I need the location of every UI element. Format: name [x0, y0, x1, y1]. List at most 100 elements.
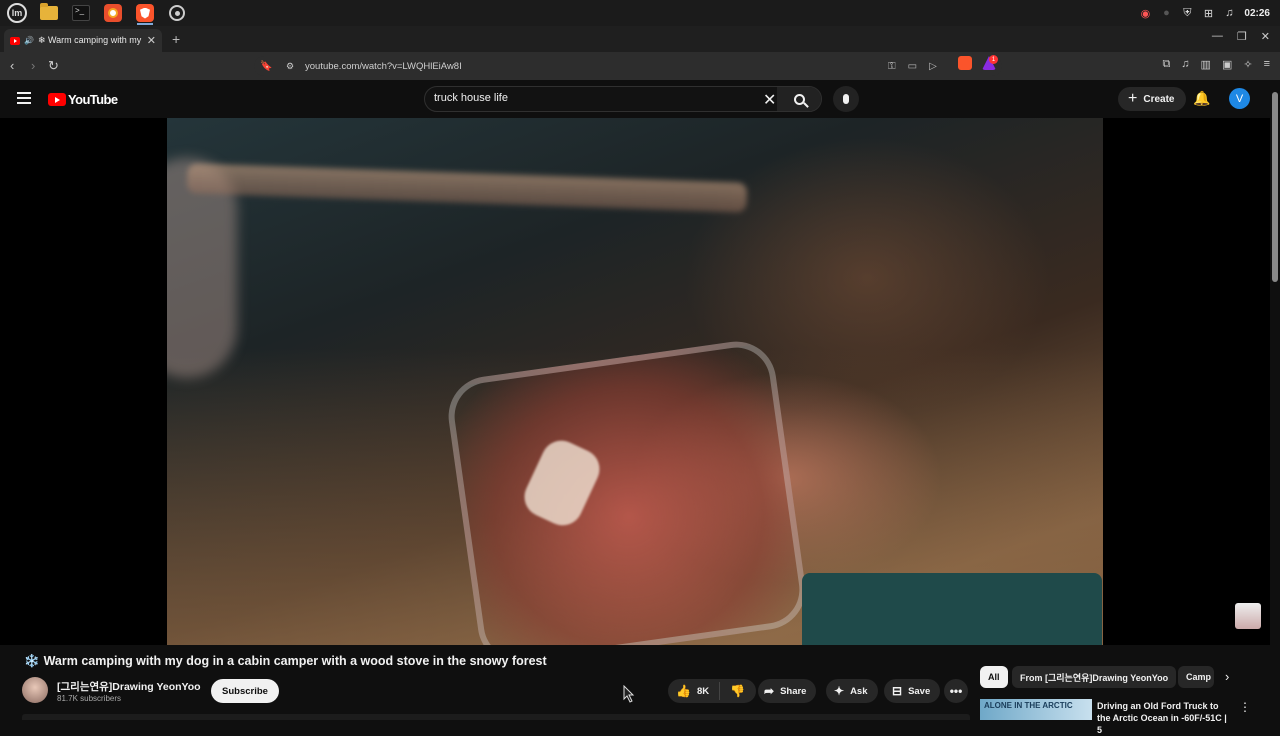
media-icon[interactable]: ♫ — [1181, 58, 1189, 71]
send-icon[interactable]: ▷ — [929, 61, 937, 72]
bookmark-icon[interactable]: 🔖 — [260, 61, 272, 72]
sparkle-icon: ✦ — [834, 684, 845, 698]
search-button[interactable] — [777, 87, 821, 111]
recommendation-thumbnail-text: ALONE IN THE ARCTIC — [984, 701, 1073, 710]
reload-icon[interactable]: ↻ — [48, 58, 59, 74]
like-button[interactable]: 👍 8K — [668, 682, 721, 700]
more-actions-button[interactable]: ••• — [944, 679, 968, 703]
terminal-icon[interactable]: >_ — [68, 1, 94, 25]
minimize-icon[interactable]: — — [1212, 30, 1223, 43]
firefox-icon[interactable] — [100, 1, 126, 25]
channel-avatar[interactable] — [22, 677, 48, 703]
search-icon — [793, 93, 805, 105]
chip-from-channel[interactable]: From [그리는연유]Drawing YeonYoo — [1012, 666, 1177, 688]
recording-icon[interactable]: ◉ — [1139, 7, 1151, 20]
chip-camp[interactable]: Camp — [1178, 666, 1214, 688]
brave-shields-icon[interactable] — [958, 56, 972, 70]
player-corner-thumbnail[interactable] — [1235, 603, 1261, 629]
dislike-button[interactable]: 👎 — [720, 684, 755, 698]
recommendation-title[interactable]: Driving an Old Ford Truck to the Arctic … — [1097, 700, 1232, 736]
close-window-icon[interactable]: ✕ — [1261, 30, 1270, 43]
new-tab-button[interactable]: + — [172, 31, 180, 47]
video-title-text: Warm camping with my dog in a cabin camp… — [43, 654, 547, 668]
share-label: Share — [780, 685, 807, 697]
screenshot-icon[interactable]: ⧉ — [1162, 58, 1170, 71]
chip-all[interactable]: All — [980, 666, 1008, 688]
subscriber-count: 81.7K subscribers — [57, 694, 122, 703]
youtube-play-icon — [48, 93, 66, 106]
snowflake-emoji: ❄️ — [24, 654, 40, 668]
video-scene-chopsticks — [186, 163, 748, 213]
files-icon[interactable] — [36, 1, 62, 25]
search-input[interactable] — [434, 92, 754, 104]
create-label: Create — [1143, 93, 1175, 105]
clear-search-icon[interactable]: ✕ — [763, 90, 776, 110]
search-box: ✕ — [424, 86, 822, 112]
maximize-icon[interactable]: ❐ — [1237, 30, 1247, 43]
video-scene-glass-container — [443, 336, 811, 645]
microphone-icon — [843, 94, 849, 104]
description-box-edge — [22, 714, 970, 720]
share-button[interactable]: ➦ Share — [758, 679, 817, 703]
more-horizontal-icon: ••• — [949, 684, 963, 698]
save-label: Save — [908, 685, 931, 697]
thumbs-up-icon: 👍 — [676, 684, 691, 698]
browser-toolbar-right: ⧉ ♫ ▥ ▣ ✧ ≡ — [1162, 58, 1270, 71]
video-title: ❄️ Warm camping with my dog in a cabin ca… — [24, 654, 547, 669]
browser-navbar: ‹ › ↻ 🔖 ⚙ youtube.com/watch?v=LWQHlEiAw8… — [0, 52, 1280, 80]
cast-icon[interactable]: ▭ — [908, 61, 917, 72]
network-icon[interactable]: ⊞ — [1202, 7, 1214, 20]
taskbar-apps: lm >_ — [0, 1, 190, 25]
like-count: 8K — [696, 685, 710, 697]
video-scene-tray — [802, 573, 1102, 645]
video-frame[interactable] — [167, 118, 1103, 645]
wallet-icon[interactable]: ▣ — [1222, 58, 1232, 71]
youtube-logo-text: YouTube — [68, 92, 118, 107]
brave-icon[interactable] — [132, 1, 158, 25]
save-button[interactable]: ⊟ Save — [884, 679, 941, 703]
account-avatar[interactable]: V — [1229, 88, 1250, 109]
video-player[interactable] — [0, 118, 1270, 645]
voice-search-button[interactable] — [833, 86, 859, 112]
close-tab-icon[interactable]: ✕ — [147, 34, 156, 47]
browser-tabbar: 🔊 ❄ Warm camping with my ✕ + — ❐ ✕ — [0, 26, 1280, 52]
chromium-icon[interactable] — [164, 1, 190, 25]
menu-icon[interactable]: ≡ — [1264, 58, 1270, 71]
shield-icon[interactable]: ⛨ — [1181, 7, 1193, 19]
mouse-cursor-icon — [623, 685, 635, 703]
back-icon[interactable]: ‹ — [10, 58, 14, 73]
thumbs-down-icon: 👎 — [730, 684, 746, 698]
tab-title: ❄ Warm camping with my — [37, 35, 142, 45]
page-scrollbar[interactable] — [1270, 80, 1280, 720]
notifications-bell-icon[interactable]: 🔔 — [1193, 90, 1210, 107]
share-icon: ➦ — [764, 684, 775, 698]
guide-menu-icon[interactable] — [17, 92, 31, 107]
sidebar-icon[interactable]: ▥ — [1201, 58, 1211, 71]
url-action-icons: ⚿ ▭ ▷ — [888, 61, 937, 72]
key-icon[interactable]: ⚿ — [888, 61, 896, 72]
youtube-logo[interactable]: YouTube — [48, 92, 118, 107]
clock[interactable]: 02:26 — [1244, 8, 1270, 19]
recommendation-menu-icon[interactable]: ⋮ — [1239, 700, 1251, 714]
subscribe-button[interactable]: Subscribe — [211, 679, 279, 703]
recommendation-thumbnail[interactable]: ALONE IN THE ARCTIC — [980, 699, 1092, 720]
address-bar[interactable]: 🔖 ⚙ youtube.com/watch?v=LWQHlEiAw8I ⚿ ▭ … — [254, 56, 1002, 76]
create-button[interactable]: + Create — [1118, 87, 1187, 111]
channel-name[interactable]: [그리는연유]Drawing YeonYoo — [57, 679, 201, 694]
chips-next-chevron-icon[interactable]: › — [1225, 669, 1229, 684]
plus-icon: + — [1128, 90, 1138, 107]
browser-tab[interactable]: 🔊 ❄ Warm camping with my ✕ — [4, 29, 162, 52]
window-controls: — ❐ ✕ — [1212, 30, 1270, 43]
music-icon[interactable]: ♫ — [1223, 7, 1235, 19]
mint-menu-icon[interactable]: lm — [4, 1, 30, 25]
youtube-masthead: YouTube ✕ + Create 🔔 V — [0, 80, 1270, 118]
ask-label: Ask — [850, 685, 868, 697]
ask-button[interactable]: ✦ Ask — [826, 679, 878, 703]
scrollbar-thumb[interactable] — [1272, 92, 1278, 282]
forward-icon[interactable]: › — [31, 58, 35, 73]
leo-ai-icon[interactable]: ✧ — [1243, 58, 1252, 71]
like-dislike-group: 👍 8K 👎 — [668, 679, 756, 703]
site-info-icon[interactable]: ⚙ — [286, 61, 294, 72]
url-text[interactable]: youtube.com/watch?v=LWQHlEiAw8I — [305, 61, 462, 72]
speaker-icon[interactable]: 🔊 — [24, 36, 34, 45]
